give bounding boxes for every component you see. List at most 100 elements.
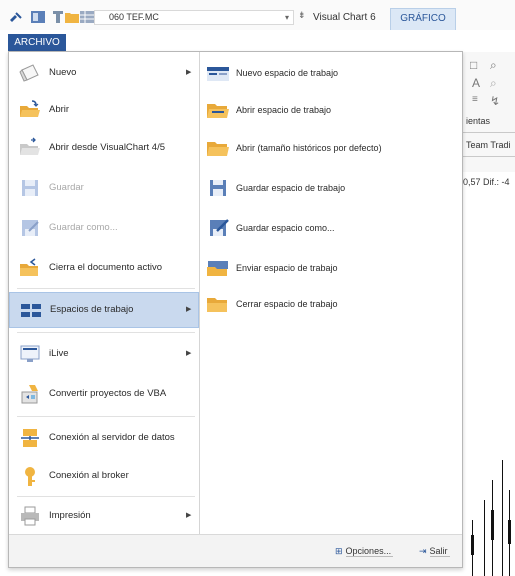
menu-item-label: Convertir proyectos de VBA — [49, 388, 167, 399]
chevron-right-icon: ▶ — [186, 512, 192, 519]
zoom-icon[interactable]: ⌕ — [490, 58, 497, 73]
divider — [462, 156, 515, 157]
submenu-item-label: Guardar espacio de trabajo — [236, 183, 346, 193]
close-workspace-icon — [207, 298, 227, 312]
save-workspace-icon — [210, 180, 226, 196]
menu-item-label: Conexión al broker — [49, 470, 129, 481]
submenu-item-nuevo-espacio[interactable]: Nuevo espacio de trabajo — [200, 55, 462, 91]
new-workspace-icon — [207, 67, 229, 81]
submenu-item-guardar-espacio-como[interactable]: Guardar espacio como... — [200, 210, 462, 246]
menu-item-ilive[interactable]: iLive ▶ — [9, 336, 199, 372]
menu-item-label: Espacios de trabajo — [50, 304, 134, 315]
submenu-item-guardar-espacio[interactable]: Guardar espacio de trabajo — [200, 170, 462, 206]
price-readout: 0,57 Dif.: -4 — [463, 177, 510, 187]
close-document-icon — [20, 258, 38, 276]
menu-item-label: iLive — [49, 348, 69, 359]
menu-item-cerrar-documento[interactable]: Cierra el documento activo — [9, 250, 199, 286]
menu-item-label: Guardar — [49, 182, 84, 193]
submenu-item-enviar-espacio[interactable]: Enviar espacio de trabajo — [200, 250, 462, 286]
options-label: Opciones... — [345, 546, 394, 557]
rectangle-tool-icon[interactable]: □ — [470, 58, 477, 72]
submenu-item-label: Nuevo espacio de trabajo — [236, 68, 339, 78]
symbol-value: 060 TEF.MC — [109, 12, 159, 22]
pointer-tool-icon[interactable]: ↯ — [490, 94, 500, 108]
menu-item-guardar-como[interactable]: Guardar como... — [9, 210, 199, 246]
save-icon — [22, 180, 38, 196]
chevron-down-icon[interactable]: ▾ — [285, 11, 289, 24]
send-workspace-icon — [207, 261, 228, 276]
pin-icon[interactable] — [8, 10, 24, 24]
save-workspace-as-icon — [210, 219, 229, 236]
text-tool-icon[interactable]: A — [472, 76, 480, 90]
open-folder-icon — [20, 100, 40, 117]
menu-footer: ⊞ Opciones... ⇥ Salir — [9, 534, 462, 567]
broker-icon — [25, 467, 35, 486]
menu-separator — [17, 416, 195, 417]
chart-area[interactable] — [462, 190, 515, 576]
ribbon-group-label: ientas — [466, 116, 491, 126]
menu-item-abrir[interactable]: Abrir — [9, 92, 199, 128]
menu-item-label: Abrir desde VisualChart 4/5 — [49, 142, 165, 153]
submenu-item-label: Enviar espacio de trabajo — [236, 263, 338, 273]
symbol-combo[interactable]: 060 TEF.MC ▾ — [94, 10, 294, 25]
align-icon[interactable]: ≡ — [472, 94, 478, 105]
open-legacy-icon — [20, 137, 40, 155]
menu-item-label: Guardar como... — [49, 222, 118, 233]
menu-item-conexion-broker[interactable]: Conexión al broker — [9, 458, 199, 494]
app-title: Visual Chart 6 — [313, 12, 376, 23]
menu-item-label: Abrir — [49, 104, 70, 115]
tab-grafico[interactable]: GRÁFICO — [390, 8, 456, 30]
grid-icon[interactable] — [79, 10, 95, 24]
options-button[interactable]: ⊞ Opciones... — [335, 543, 394, 560]
submenu-item-abrir-defecto[interactable]: Abrir (tamaño históricos por defecto) — [200, 130, 462, 166]
divider — [462, 132, 515, 133]
menu-item-abrir-visualchart[interactable]: Abrir desde VisualChart 4/5 — [9, 130, 199, 166]
options-icon: ⊞ — [335, 546, 343, 556]
workspaces-icon — [21, 304, 41, 317]
open-workspace-default-icon — [207, 142, 229, 156]
menu-item-espacios-de-trabajo[interactable]: Espacios de trabajo ▶ — [9, 292, 199, 328]
ribbon-background: □ ⌕ A ⌕ ≡ ↯ ientas Team Tradi — [462, 52, 515, 172]
save-as-icon — [22, 220, 39, 236]
workspace-tab-label[interactable]: Team Tradi — [466, 140, 511, 150]
ilive-icon — [20, 345, 40, 362]
file-menu: Nuevo ▶ Abrir Abrir desde VisualChart 4/… — [8, 51, 463, 568]
new-document-icon — [19, 64, 39, 82]
folder-icon[interactable] — [64, 10, 80, 24]
exit-icon: ⇥ — [419, 546, 427, 556]
menu-separator — [17, 496, 195, 497]
chevron-right-icon: ▶ — [186, 69, 192, 76]
data-server-icon — [21, 429, 39, 447]
submenu-item-label: Abrir (tamaño históricos por defecto) — [236, 143, 382, 153]
exit-button[interactable]: ⇥ Salir — [419, 543, 450, 560]
exit-label: Salir — [429, 546, 450, 557]
submenu-item-label: Guardar espacio como... — [236, 223, 335, 233]
menu-item-label: Impresión — [49, 510, 91, 521]
search-icon[interactable]: ⌕ — [490, 76, 497, 91]
convert-vba-icon — [21, 385, 38, 404]
printer-icon — [21, 506, 39, 526]
submenu-item-label: Abrir espacio de trabajo — [236, 105, 332, 115]
tab-archivo[interactable]: ARCHIVO — [8, 34, 66, 51]
menu-item-label: Nuevo — [49, 67, 77, 78]
customize-toolbar-icon[interactable]: ⇟ — [298, 10, 306, 21]
menu-item-label: Conexión al servidor de datos — [49, 432, 175, 443]
chevron-right-icon: ▶ — [186, 350, 192, 357]
menu-item-guardar[interactable]: Guardar — [9, 170, 199, 206]
submenu-item-cerrar-espacio[interactable]: Cerrar espacio de trabajo — [200, 286, 462, 322]
submenu-espacios-de-trabajo: Nuevo espacio de trabajo Abrir espacio d… — [199, 52, 462, 534]
title-bar: 060 TEF.MC ▾ ⇟ Visual Chart 6 GRÁFICO — [0, 0, 515, 30]
menu-separator — [17, 288, 195, 289]
menu-item-conexion-servidor[interactable]: Conexión al servidor de datos — [9, 420, 199, 456]
menu-item-convertir-vba[interactable]: Convertir proyectos de VBA — [9, 376, 199, 412]
menu-main-column: Nuevo ▶ Abrir Abrir desde VisualChart 4/… — [9, 52, 199, 534]
candle — [484, 500, 485, 576]
submenu-item-abrir-espacio[interactable]: Abrir espacio de trabajo — [200, 92, 462, 128]
menu-separator — [17, 332, 195, 333]
menu-item-nuevo[interactable]: Nuevo ▶ — [9, 55, 199, 91]
chevron-right-icon: ▶ — [186, 306, 192, 313]
candle — [491, 510, 494, 540]
layout-icon[interactable] — [30, 10, 46, 24]
submenu-item-label: Cerrar espacio de trabajo — [236, 299, 338, 309]
menu-item-impresion[interactable]: Impresión ▶ — [9, 498, 199, 534]
